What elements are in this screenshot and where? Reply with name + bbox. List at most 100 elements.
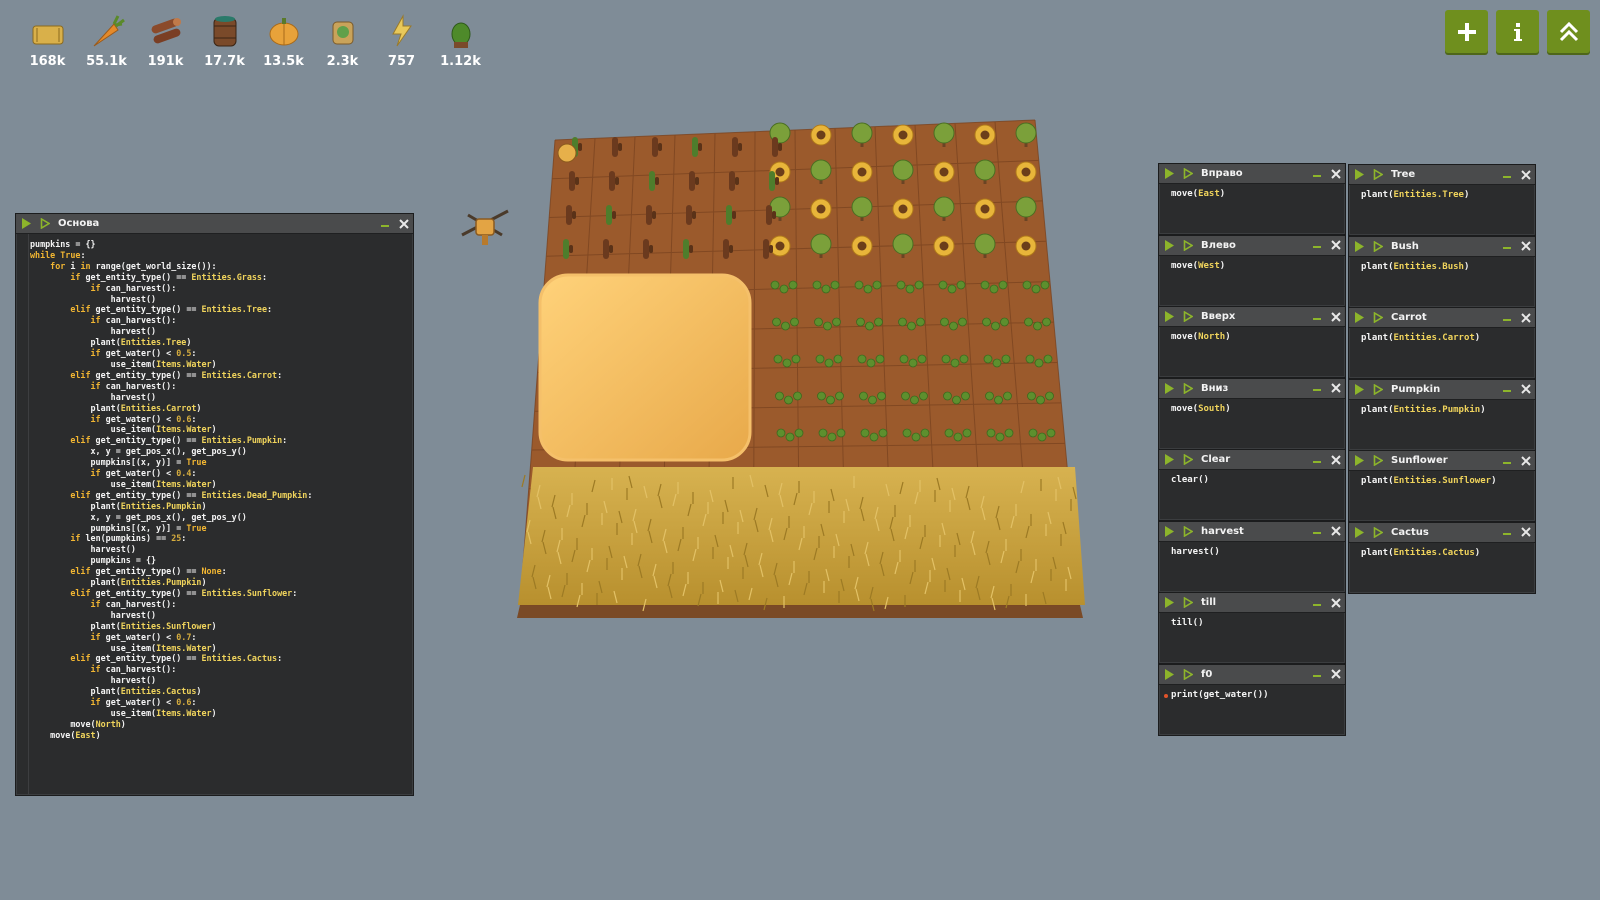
window-header[interactable]: Bush (1349, 236, 1535, 257)
window-header[interactable]: till (1159, 593, 1345, 613)
step-button[interactable] (1368, 308, 1387, 327)
code-editor[interactable]: plant(Entities.Pumpkin) (1361, 405, 1523, 416)
code-editor[interactable]: harvest() (1171, 547, 1333, 558)
step-button[interactable] (1178, 236, 1197, 255)
minimize-button[interactable] (1497, 237, 1516, 256)
close-button[interactable] (1326, 665, 1345, 684)
code-editor[interactable]: print(get_water()) (1171, 690, 1333, 701)
code-editor[interactable]: pumpkins = {} while True: for i in range(… (30, 239, 405, 741)
carrot-plant (830, 280, 840, 290)
close-button[interactable] (1326, 522, 1345, 541)
window-header[interactable]: Tree (1349, 165, 1535, 185)
step-button[interactable] (1178, 522, 1197, 541)
add-window-button[interactable] (1445, 10, 1488, 53)
code-editor[interactable]: move(South) (1171, 404, 1333, 415)
run-button[interactable] (1159, 593, 1178, 612)
step-button[interactable] (35, 214, 54, 233)
step-button[interactable] (1178, 665, 1197, 684)
double-chevron-up-icon (1559, 21, 1578, 41)
code-editor[interactable]: plant(Entities.Tree) (1361, 190, 1523, 201)
close-button[interactable] (1516, 523, 1535, 542)
code-editor[interactable]: move(West) (1171, 261, 1333, 272)
code-editor[interactable]: clear() (1171, 475, 1333, 486)
run-button[interactable] (1349, 451, 1368, 470)
window-header[interactable]: Вверх (1159, 307, 1345, 327)
step-button[interactable] (1368, 237, 1387, 256)
cactus-arm (569, 245, 573, 253)
step-button[interactable] (1368, 451, 1387, 470)
minimize-button[interactable] (1497, 380, 1516, 399)
run-button[interactable] (1349, 308, 1368, 327)
code-editor[interactable]: plant(Entities.Carrot) (1361, 333, 1523, 344)
close-button[interactable] (1326, 593, 1345, 612)
minimize-button[interactable] (1497, 523, 1516, 542)
run-button[interactable] (1349, 380, 1368, 399)
minimize-button[interactable] (1497, 165, 1516, 184)
minimize-button[interactable] (375, 214, 394, 233)
step-button[interactable] (1368, 165, 1387, 184)
code-editor[interactable]: move(North) (1171, 332, 1333, 343)
run-button[interactable] (1159, 164, 1178, 183)
run-button[interactable] (1159, 379, 1178, 398)
step-button[interactable] (1178, 593, 1197, 612)
minimize-button[interactable] (1307, 307, 1326, 326)
step-button[interactable] (1178, 450, 1197, 469)
close-button[interactable] (1516, 380, 1535, 399)
code-editor[interactable]: move(East) (1171, 189, 1333, 200)
minimize-button[interactable] (1307, 450, 1326, 469)
window-header[interactable]: harvest (1159, 521, 1345, 542)
close-button[interactable] (1326, 236, 1345, 255)
minimize-button[interactable] (1307, 164, 1326, 183)
step-button[interactable] (1178, 164, 1197, 183)
window-header[interactable]: Clear (1159, 450, 1345, 470)
minimize-icon (1312, 174, 1321, 177)
window-header[interactable]: Вправо (1159, 164, 1345, 184)
minimize-button[interactable] (1307, 522, 1326, 541)
close-button[interactable] (1326, 164, 1345, 183)
window-header[interactable]: Carrot (1349, 308, 1535, 328)
run-button[interactable] (1159, 450, 1178, 469)
run-button[interactable] (1159, 236, 1178, 255)
close-button[interactable] (1516, 451, 1535, 470)
run-button[interactable] (16, 214, 35, 233)
window-header[interactable]: Основа (16, 214, 413, 234)
code-editor[interactable]: plant(Entities.Bush) (1361, 262, 1523, 273)
run-button[interactable] (1349, 237, 1368, 256)
minimize-button[interactable] (1307, 379, 1326, 398)
run-button[interactable] (1159, 522, 1178, 541)
code-editor[interactable]: plant(Entities.Cactus) (1361, 548, 1523, 559)
close-button[interactable] (394, 214, 413, 233)
code-editor[interactable]: plant(Entities.Sunflower) (1361, 476, 1523, 487)
close-button[interactable] (1326, 450, 1345, 469)
run-button[interactable] (1159, 307, 1178, 326)
info-button[interactable] (1496, 10, 1539, 53)
window-header[interactable]: Cactus (1349, 522, 1535, 543)
close-button[interactable] (1516, 237, 1535, 256)
close-button[interactable] (1326, 307, 1345, 326)
code-line: use_item(Items.Water) (30, 707, 217, 718)
minimize-button[interactable] (1497, 308, 1516, 327)
tree (933, 122, 955, 144)
step-button[interactable] (1368, 380, 1387, 399)
minimize-button[interactable] (1497, 451, 1516, 470)
unlock-upgrade-button[interactable] (1547, 10, 1590, 53)
close-button[interactable] (1516, 308, 1535, 327)
run-button[interactable] (1159, 665, 1178, 684)
minimize-button[interactable] (1307, 665, 1326, 684)
minimize-button[interactable] (1307, 593, 1326, 612)
window-header[interactable]: Влево (1159, 235, 1345, 256)
window-header[interactable]: Вниз (1159, 378, 1345, 399)
step-button[interactable] (1178, 307, 1197, 326)
step-button[interactable] (1368, 523, 1387, 542)
breakpoint-dot[interactable] (1164, 693, 1168, 698)
code-editor[interactable]: till() (1171, 618, 1333, 629)
run-button[interactable] (1349, 523, 1368, 542)
run-button[interactable] (1349, 165, 1368, 184)
window-header[interactable]: f0 (1159, 664, 1345, 685)
window-header[interactable]: Sunflower (1349, 451, 1535, 471)
window-header[interactable]: Pumpkin (1349, 379, 1535, 400)
minimize-button[interactable] (1307, 236, 1326, 255)
close-button[interactable] (1326, 379, 1345, 398)
step-button[interactable] (1178, 379, 1197, 398)
close-button[interactable] (1516, 165, 1535, 184)
